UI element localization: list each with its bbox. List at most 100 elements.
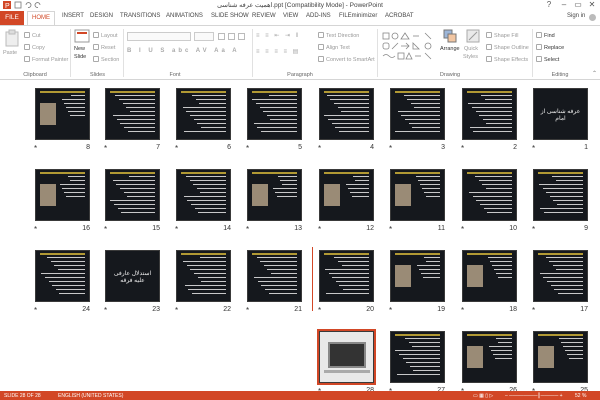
slide-thumbnail[interactable]: استدلال عارفی علیه فرقه <box>105 250 160 302</box>
new-slide-button[interactable]: New Slide <box>72 29 92 67</box>
slide-thumbnail[interactable] <box>317 329 376 385</box>
arrange-button[interactable]: Arrange <box>440 29 460 65</box>
clear-format-icon[interactable] <box>238 33 245 40</box>
language-indicator[interactable]: ENGLISH (UNITED STATES) <box>58 393 123 399</box>
slide-thumbnail[interactable] <box>533 250 588 302</box>
transition-star-icon[interactable]: * <box>175 144 178 153</box>
slide-thumbnail[interactable] <box>319 169 374 221</box>
slide-thumbnail[interactable] <box>390 331 445 383</box>
list-buttons[interactable]: ≡ ≡ ⇤ ⇥ ‖ <box>256 32 316 40</box>
transition-star-icon[interactable]: * <box>461 144 464 153</box>
slide-thumbnail[interactable] <box>35 169 90 221</box>
copy-button[interactable]: Copy <box>24 44 45 51</box>
transition-star-icon[interactable]: * <box>461 306 464 315</box>
replace-button[interactable]: Replace <box>536 44 564 51</box>
user-avatar[interactable] <box>589 14 596 21</box>
tab-fileminimizer[interactable]: FILEminimizer <box>339 13 377 19</box>
transition-star-icon[interactable]: * <box>318 144 321 153</box>
select-button[interactable]: Select <box>536 56 559 63</box>
slide-thumbnail[interactable] <box>247 250 302 302</box>
transition-star-icon[interactable]: * <box>318 225 321 234</box>
transition-star-icon[interactable]: * <box>104 306 107 315</box>
transition-star-icon[interactable]: * <box>34 306 37 315</box>
transition-star-icon[interactable]: * <box>104 144 107 153</box>
view-buttons[interactable]: ▭ ▦ ▯ ▷ <box>473 393 493 399</box>
slide-thumbnail[interactable]: عرفه شناسی از امام <box>533 88 588 140</box>
transition-star-icon[interactable]: * <box>318 306 321 315</box>
shape-fill-button[interactable]: Shape Fill <box>486 32 518 39</box>
tab-home[interactable]: HOME <box>27 11 55 25</box>
font-name-select[interactable] <box>127 32 191 41</box>
transition-star-icon[interactable]: * <box>246 306 249 315</box>
shape-effects-button[interactable]: Shape Effects <box>486 56 528 63</box>
zoom-level[interactable]: 52 % <box>575 393 586 399</box>
slide-thumbnail[interactable] <box>176 250 231 302</box>
slide-thumbnail[interactable] <box>35 88 90 140</box>
paste-button[interactable]: Paste <box>2 29 22 63</box>
slide-thumbnail[interactable] <box>105 169 160 221</box>
sign-in-link[interactable]: Sign in <box>567 13 585 19</box>
slide-thumbnail[interactable] <box>390 250 445 302</box>
slide-thumbnail[interactable] <box>247 169 302 221</box>
transition-star-icon[interactable]: * <box>246 144 249 153</box>
transition-star-icon[interactable]: * <box>461 225 464 234</box>
convert-smartart-button[interactable]: Convert to SmartArt <box>318 56 375 63</box>
section-button[interactable]: Section <box>93 56 119 63</box>
transition-star-icon[interactable]: * <box>175 306 178 315</box>
transition-star-icon[interactable]: * <box>532 306 535 315</box>
tab-view[interactable]: VIEW <box>283 13 298 19</box>
slide-thumbnail[interactable] <box>533 169 588 221</box>
transition-star-icon[interactable]: * <box>389 225 392 234</box>
restore-button[interactable]: ▭ <box>571 0 585 11</box>
transition-star-icon[interactable]: * <box>34 144 37 153</box>
reset-button[interactable]: Reset <box>93 44 115 51</box>
slide-thumbnail[interactable] <box>390 169 445 221</box>
align-buttons[interactable]: ≡ ≡ ≡ ≡ ▤ <box>256 48 316 56</box>
align-text-button[interactable]: Align Text <box>318 44 350 51</box>
slide-thumbnail[interactable] <box>176 88 231 140</box>
transition-star-icon[interactable]: * <box>389 306 392 315</box>
slide-thumbnail[interactable] <box>105 88 160 140</box>
tab-slide-show[interactable]: SLIDE SHOW <box>211 13 249 19</box>
font-shrink-icon[interactable] <box>228 33 235 40</box>
shape-outline-button[interactable]: Shape Outline <box>486 44 529 51</box>
collapse-ribbon-icon[interactable]: ⌃ <box>592 70 597 77</box>
shapes-gallery[interactable] <box>381 31 437 63</box>
tab-animations[interactable]: ANIMATIONS <box>166 13 203 19</box>
quick-styles-button[interactable]: Quick Styles <box>462 29 484 65</box>
slide-thumbnail[interactable] <box>533 331 588 383</box>
transition-star-icon[interactable]: * <box>104 225 107 234</box>
help-button[interactable]: ? <box>542 0 556 11</box>
font-grow-icon[interactable] <box>218 33 225 40</box>
font-style-buttons[interactable]: B I U S abc AV Aa A <box>127 48 247 56</box>
slide-thumbnail[interactable] <box>319 250 374 302</box>
tab-transitions[interactable]: TRANSITIONS <box>120 13 160 19</box>
zoom-slider[interactable]: – ────────┃───── + <box>505 393 563 399</box>
cut-button[interactable]: Cut <box>24 32 41 39</box>
slide-thumbnail[interactable] <box>35 250 90 302</box>
slide-thumbnail[interactable] <box>462 250 517 302</box>
find-button[interactable]: Find <box>536 32 555 39</box>
transition-star-icon[interactable]: * <box>532 144 535 153</box>
transition-star-icon[interactable]: * <box>389 144 392 153</box>
slide-thumbnail[interactable] <box>390 88 445 140</box>
transition-star-icon[interactable]: * <box>34 225 37 234</box>
transition-star-icon[interactable]: * <box>246 225 249 234</box>
slide-thumbnail[interactable] <box>176 169 231 221</box>
slide-thumbnail[interactable] <box>462 88 517 140</box>
layout-button[interactable]: Layout <box>93 32 118 39</box>
tab-review[interactable]: REVIEW <box>252 13 276 19</box>
tab-file[interactable]: FILE <box>0 11 24 25</box>
slide-thumbnail[interactable] <box>462 331 517 383</box>
format-painter-button[interactable]: Format Painter <box>24 56 68 63</box>
tab-add-ins[interactable]: ADD-INS <box>306 13 331 19</box>
slide-thumbnail[interactable] <box>247 88 302 140</box>
tab-design[interactable]: DESIGN <box>90 13 113 19</box>
font-size-select[interactable] <box>194 32 214 41</box>
close-button[interactable]: ✕ <box>585 0 599 11</box>
minimize-button[interactable]: – <box>557 0 571 11</box>
slide-thumbnail[interactable] <box>319 88 374 140</box>
tab-insert[interactable]: INSERT <box>62 13 84 19</box>
tab-acrobat[interactable]: ACROBAT <box>385 13 414 19</box>
slide-thumbnail[interactable] <box>462 169 517 221</box>
